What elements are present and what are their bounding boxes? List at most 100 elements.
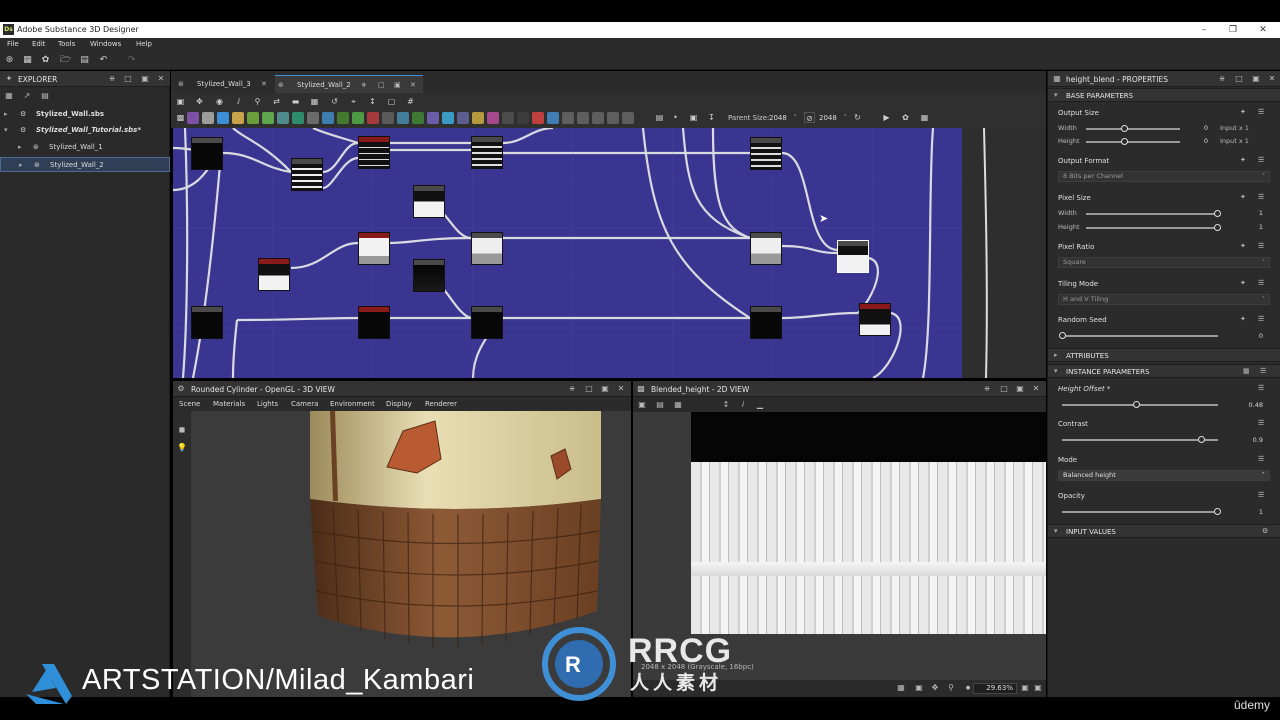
bug-icon[interactable]: ✿ bbox=[900, 112, 911, 123]
node-pattern-icon[interactable] bbox=[352, 112, 364, 124]
section-input-values[interactable]: ▾ INPUT VALUES ⚙ bbox=[1048, 524, 1280, 538]
node-curve-icon[interactable] bbox=[247, 112, 259, 124]
rotate-icon[interactable]: ↺ bbox=[329, 96, 340, 107]
menu-environment[interactable]: Environment bbox=[330, 400, 375, 408]
param-menu-icon[interactable]: ☰ bbox=[1258, 156, 1264, 164]
graph-node[interactable] bbox=[358, 232, 390, 265]
channel-icon[interactable]: ↕ bbox=[721, 400, 731, 410]
tree-item-stylized-wall-2[interactable]: ▸ ⊛ Stylized_Wall_2 bbox=[0, 157, 170, 172]
node-passthrough-icon[interactable] bbox=[577, 112, 589, 124]
pin-icon[interactable]: ⧺ bbox=[361, 76, 367, 94]
node-levels-icon[interactable] bbox=[262, 112, 274, 124]
open-icon[interactable]: 🗁 bbox=[60, 55, 71, 66]
search-icon[interactable]: ⚲ bbox=[252, 96, 263, 107]
maximize-panel-icon[interactable]: ▣ bbox=[1251, 74, 1261, 84]
random-seed-slider[interactable] bbox=[1062, 335, 1218, 337]
param-menu-icon[interactable]: ☰ bbox=[1258, 108, 1264, 116]
link-param-icon[interactable]: ✦ bbox=[1240, 193, 1246, 201]
float-icon[interactable]: □ bbox=[378, 76, 385, 94]
section-base-parameters[interactable]: ▾ BASE PARAMETERS bbox=[1048, 88, 1280, 102]
param-menu-icon[interactable]: ☰ bbox=[1258, 491, 1264, 499]
node-image-icon[interactable] bbox=[187, 112, 199, 124]
output-width-value[interactable]: 0 bbox=[1188, 124, 1208, 132]
param-menu-icon[interactable]: ☰ bbox=[1258, 455, 1264, 463]
pixel-height-value[interactable]: 1 bbox=[1243, 223, 1263, 231]
node-transform-icon[interactable] bbox=[277, 112, 289, 124]
redo-icon[interactable]: ↷ bbox=[126, 55, 137, 66]
node-gradient-map-icon[interactable] bbox=[442, 112, 454, 124]
section-instance-parameters[interactable]: ▾ INSTANCE PARAMETERS ▦ ☰ bbox=[1048, 364, 1280, 378]
graph-node[interactable] bbox=[471, 306, 503, 339]
new-substance-icon[interactable]: ✿ bbox=[40, 55, 51, 66]
opacity-value[interactable]: 1 bbox=[1243, 508, 1263, 516]
node-normal-icon[interactable] bbox=[322, 112, 334, 124]
graph-node[interactable] bbox=[471, 136, 503, 169]
graph-node[interactable] bbox=[291, 158, 323, 191]
height-offset-value[interactable]: 0.48 bbox=[1243, 401, 1263, 409]
pin-node-icon[interactable]: • bbox=[670, 112, 681, 123]
light-icon[interactable]: 💡 bbox=[177, 443, 187, 453]
node-frame-icon[interactable] bbox=[502, 112, 514, 124]
center-icon[interactable]: ✥ bbox=[930, 683, 940, 693]
tile-icon[interactable]: ▣ bbox=[914, 683, 924, 693]
frame-icon[interactable]: ▢ bbox=[386, 96, 397, 107]
new-package-icon[interactable]: ▦ bbox=[22, 55, 33, 66]
download-icon[interactable]: ↧ bbox=[706, 112, 717, 123]
save-package-icon[interactable]: ▦ bbox=[4, 91, 14, 101]
pixel-ratio-select[interactable]: Square ˅ bbox=[1058, 257, 1270, 268]
node-warp-icon[interactable] bbox=[292, 112, 304, 124]
node-value-icon[interactable] bbox=[562, 112, 574, 124]
histogram-icon[interactable]: ▁ bbox=[755, 400, 765, 410]
param-menu-icon[interactable]: ☰ bbox=[1258, 242, 1264, 250]
maximize-panel-icon[interactable]: ▣ bbox=[394, 76, 401, 94]
maximize-panel-icon[interactable]: ▣ bbox=[1015, 384, 1025, 394]
link-param-icon[interactable]: ✦ bbox=[1240, 108, 1246, 116]
node-histogram-icon[interactable] bbox=[487, 112, 499, 124]
menu-tools[interactable]: Tools bbox=[58, 40, 75, 48]
info-icon[interactable]: i bbox=[738, 400, 748, 410]
maximize-panel-icon[interactable]: ▣ bbox=[600, 384, 610, 394]
close-icon[interactable]: ✕ bbox=[1256, 23, 1270, 37]
close-panel-icon[interactable]: ✕ bbox=[1267, 74, 1277, 84]
undo-icon[interactable]: ↶ bbox=[98, 55, 109, 66]
reset-icon[interactable]: ↻ bbox=[852, 112, 863, 123]
close-panel-icon[interactable]: ✕ bbox=[1031, 384, 1041, 394]
graph-node[interactable] bbox=[750, 232, 782, 265]
snapshot-icon[interactable]: ◉ bbox=[214, 96, 225, 107]
pixel-width-knob[interactable] bbox=[1214, 210, 1221, 217]
maximize-panel-icon[interactable]: ▣ bbox=[140, 74, 150, 84]
menu-help[interactable]: Help bbox=[136, 40, 152, 48]
align-icon[interactable]: ▬ bbox=[290, 96, 301, 107]
pin-icon[interactable]: ⧺ bbox=[1217, 74, 1227, 84]
menu-display[interactable]: Display bbox=[386, 400, 412, 408]
info-icon[interactable]: ⅈ bbox=[233, 96, 244, 107]
pick-icon[interactable]: ⚲ bbox=[946, 683, 956, 693]
node-noise-icon[interactable] bbox=[337, 112, 349, 124]
settings-icon[interactable]: ⚙ bbox=[1262, 527, 1268, 535]
node-svg-icon[interactable] bbox=[397, 112, 409, 124]
menu-scene[interactable]: Scene bbox=[179, 400, 200, 408]
node-input-icon[interactable] bbox=[547, 112, 559, 124]
graph-node[interactable] bbox=[750, 306, 782, 339]
export-icon[interactable]: ↗ bbox=[22, 91, 32, 101]
link-param-icon[interactable]: ✦ bbox=[1240, 315, 1246, 323]
zoom-reset-icon[interactable]: ▣ bbox=[1020, 683, 1030, 693]
height-offset-knob[interactable] bbox=[1133, 401, 1140, 408]
pixel-height-knob[interactable] bbox=[1214, 224, 1221, 231]
float-icon[interactable]: □ bbox=[1234, 74, 1244, 84]
link-param-icon[interactable]: ✦ bbox=[1240, 156, 1246, 164]
close-panel-icon[interactable]: ✕ bbox=[156, 74, 166, 84]
section-attributes[interactable]: ▸ ATTRIBUTES bbox=[1048, 348, 1280, 362]
save-icon[interactable]: ▤ bbox=[79, 55, 90, 66]
node-uniform-icon[interactable] bbox=[202, 112, 214, 124]
random-seed-knob[interactable] bbox=[1059, 332, 1066, 339]
graph-node-selected[interactable] bbox=[837, 240, 869, 273]
graph-node[interactable] bbox=[258, 258, 290, 291]
menu-windows[interactable]: Windows bbox=[90, 40, 121, 48]
lock-icon[interactable]: ▣ bbox=[1033, 683, 1043, 693]
graph-node[interactable] bbox=[191, 306, 223, 339]
random-seed-value[interactable]: 0 bbox=[1243, 332, 1263, 340]
save-image-icon[interactable]: ▤ bbox=[655, 400, 665, 410]
menu-file[interactable]: File bbox=[7, 40, 19, 48]
comment-icon[interactable]: ▤ bbox=[654, 112, 665, 123]
